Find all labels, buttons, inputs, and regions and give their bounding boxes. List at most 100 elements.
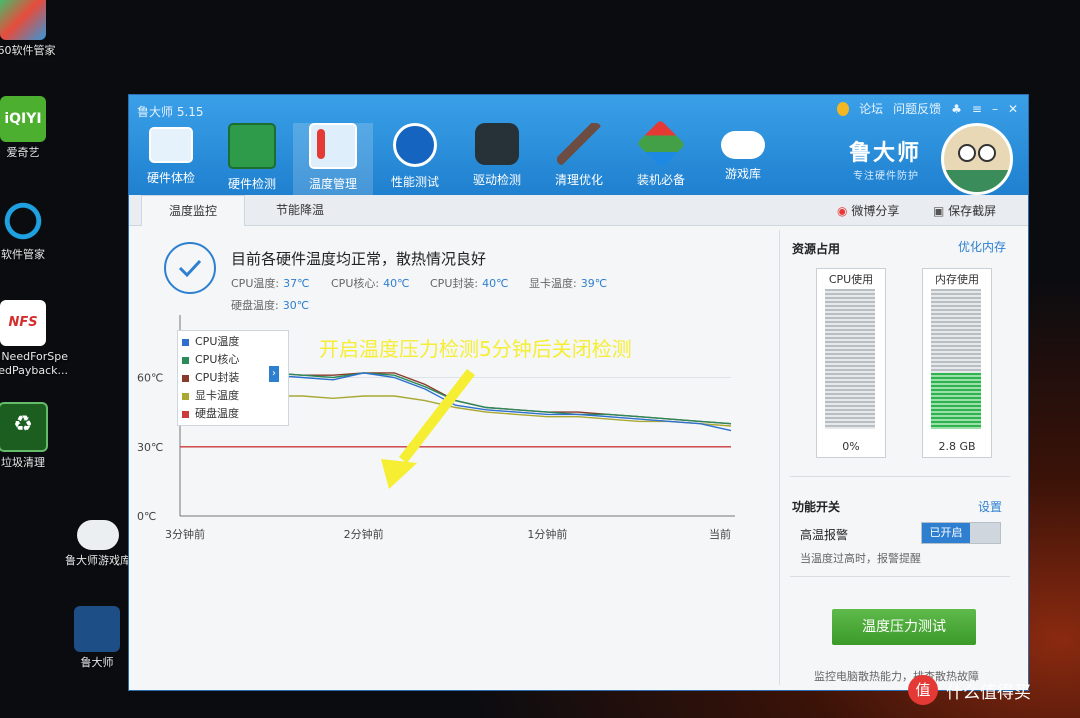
brand-name: 鲁大师 [849,141,922,166]
legend-swatch [182,392,189,400]
status-ok-icon [164,242,216,294]
gamepad-icon [77,520,119,550]
toolbar-games[interactable]: 游戏库 [703,123,783,195]
desktop-icon-software-manager[interactable]: 软件管家 [0,198,68,262]
save-screenshot-label: 保存截屏 [948,204,997,218]
overlay-annotation: 开启温度压力检测5分钟后关闭检测 [319,337,632,361]
save-screenshot-button[interactable]: ▣ 保存截屏 [933,202,996,219]
desktop-icon-360[interactable]: 360软件管家 [0,0,68,58]
gamepad-icon [721,131,765,159]
desktop-icon-nfs[interactable]: NFS NeedForSpe edPayback... [0,300,68,378]
toolbar-hardware-detect[interactable]: 硬件检测 [212,123,292,195]
annotation-arrow [381,369,475,489]
close-icon[interactable]: ✕ [1008,102,1018,116]
toolbar-cleanup[interactable]: 清理优化 [539,123,619,195]
recycle-bin-icon: ♻ [0,402,48,452]
window-title: 鲁大师 5.15 [137,105,204,119]
legend-item[interactable]: 显卡温度 [182,387,284,405]
desktop-icon-label: 垃圾清理 [1,456,45,469]
legend-expand-icon[interactable]: › [269,366,279,382]
toolbar-temperature[interactable]: 温度管理 [293,123,373,195]
feedback-link[interactable]: 问题反馈 [893,100,941,117]
circuit-board-icon [228,123,276,169]
legend-swatch [182,410,189,418]
legend-swatch [182,356,189,364]
y-tick-label: 30℃ [137,441,163,454]
forum-link[interactable]: 论坛 [859,100,883,117]
nfs-game-icon: NFS [0,300,46,346]
brand-slogan: 专注硬件防护 [853,171,919,182]
toolbar-label: 性能测试 [390,175,439,189]
desktop-icon-iqiyi[interactable]: iQIYI 爱奇艺 [0,96,68,160]
cpu-usage-label: CPU使用 [828,273,874,286]
broom-icon [557,123,601,165]
skin-icon[interactable]: ♣ [951,102,962,116]
right-panel: 资源占用 优化内存 CPU使用 0% 内存使用 2.8 GB 功能开关 设置 高… [779,230,1020,685]
reading-cpu-temp: CPU温度: 37℃ [231,277,310,290]
tab-temperature-monitor[interactable]: 温度监控 [141,195,245,226]
legend-swatch [182,338,189,346]
toolbar-label: 装机必备 [636,173,685,187]
ludashi-window: 鲁大师 5.15 论坛 问题反馈 ♣ ≡ – ✕ 硬件体检 硬件检测 温度管理 … [129,95,1028,690]
desktop-icon-label: 鲁大师游戏库 [65,554,131,567]
settings-link[interactable]: 设置 [978,498,1002,515]
software-manager-icon [0,198,46,244]
cube-icon [636,119,686,169]
toolbar-label: 清理优化 [554,173,603,187]
high-temp-alarm-toggle[interactable]: 已开启 [921,522,1001,544]
functions-title: 功能开关 [792,500,841,514]
toolbar-label: 游戏库 [724,167,761,181]
legend-item[interactable]: CPU温度 [182,333,284,351]
toolbar-hardware-checkup[interactable]: 硬件体检 [131,123,211,195]
weibo-share-label: 微博分享 [851,204,900,218]
high-temp-alarm-label: 高温报警 [800,528,849,542]
cpu-usage-meter: CPU使用 0% [816,268,886,458]
desktop-icon-label: NeedForSpe edPayback... [0,350,68,377]
toolbar-driver[interactable]: 驱动检测 [457,123,537,195]
toolbar-performance[interactable]: 性能测试 [375,123,455,195]
cpu-usage-bar [825,289,875,429]
legend-item[interactable]: 硬盘温度 [182,405,284,423]
toggle-on-label: 已开启 [922,523,970,543]
gear-box-icon [475,123,519,165]
tab-bar: 温度监控 节能降温 ◉ 微博分享 ▣ 保存截屏 [129,195,1028,226]
x-tick-label: 1分钟前 [527,527,567,541]
reading-cpu-core: CPU核心: 40℃ [331,277,410,290]
app-360-icon [0,0,46,40]
desktop-icon-label: 爱奇艺 [6,146,40,159]
iqiyi-icon: iQIYI [0,96,46,142]
monitor-icon [149,127,193,163]
watermark-text: 什么值得买 [946,682,1031,703]
toolbar-label: 驱动检测 [472,173,521,187]
speedometer-icon [393,123,437,167]
toolbar-label: 硬件检测 [227,177,276,191]
desktop-icon-recycle[interactable]: ♻ 垃圾清理 [0,402,68,470]
weibo-icon: ◉ [837,204,848,218]
reading-disk-temp: 硬盘温度: 30℃ [231,299,310,312]
cpu-usage-value: 0% [842,440,860,453]
status-title: 目前各硬件温度均正常，散热情况良好 [231,250,487,268]
title-bar: 鲁大师 5.15 论坛 问题反馈 ♣ ≡ – ✕ 硬件体检 硬件检测 温度管理 … [129,95,1028,195]
medal-icon[interactable] [837,101,850,116]
smzdm-logo-icon: 值 [908,675,938,705]
y-tick-label: 0℃ [137,510,156,523]
alarm-description: 当温度过高时，报警提醒 [800,552,921,565]
weibo-share-button[interactable]: ◉ 微博分享 [837,202,899,219]
camera-icon: ▣ [933,204,945,218]
desktop-icon-game-library[interactable]: 鲁大师游戏库 [56,512,140,568]
x-tick-label: 3分钟前 [165,527,205,541]
memory-usage-value: 2.8 GB [938,440,976,453]
memory-usage-label: 内存使用 [935,273,979,286]
tab-energy-cooling[interactable]: 节能降温 [249,195,351,225]
x-tick-label: 2分钟前 [344,527,384,541]
memory-usage-fill [931,373,981,429]
ludashi-mascot-avatar[interactable] [941,123,1013,195]
toolbar-label: 硬件体检 [146,171,195,185]
stress-test-button[interactable]: 温度压力测试 [832,609,976,645]
toolbar-essentials[interactable]: 装机必备 [621,119,701,195]
menu-icon[interactable]: ≡ [972,102,982,116]
minimize-icon[interactable]: – [992,102,998,116]
optimize-memory-link[interactable]: 优化内存 [958,238,1006,255]
title-links: 论坛 问题反馈 ♣ ≡ – ✕ [837,100,1018,117]
y-tick-label: 60℃ [137,372,163,385]
